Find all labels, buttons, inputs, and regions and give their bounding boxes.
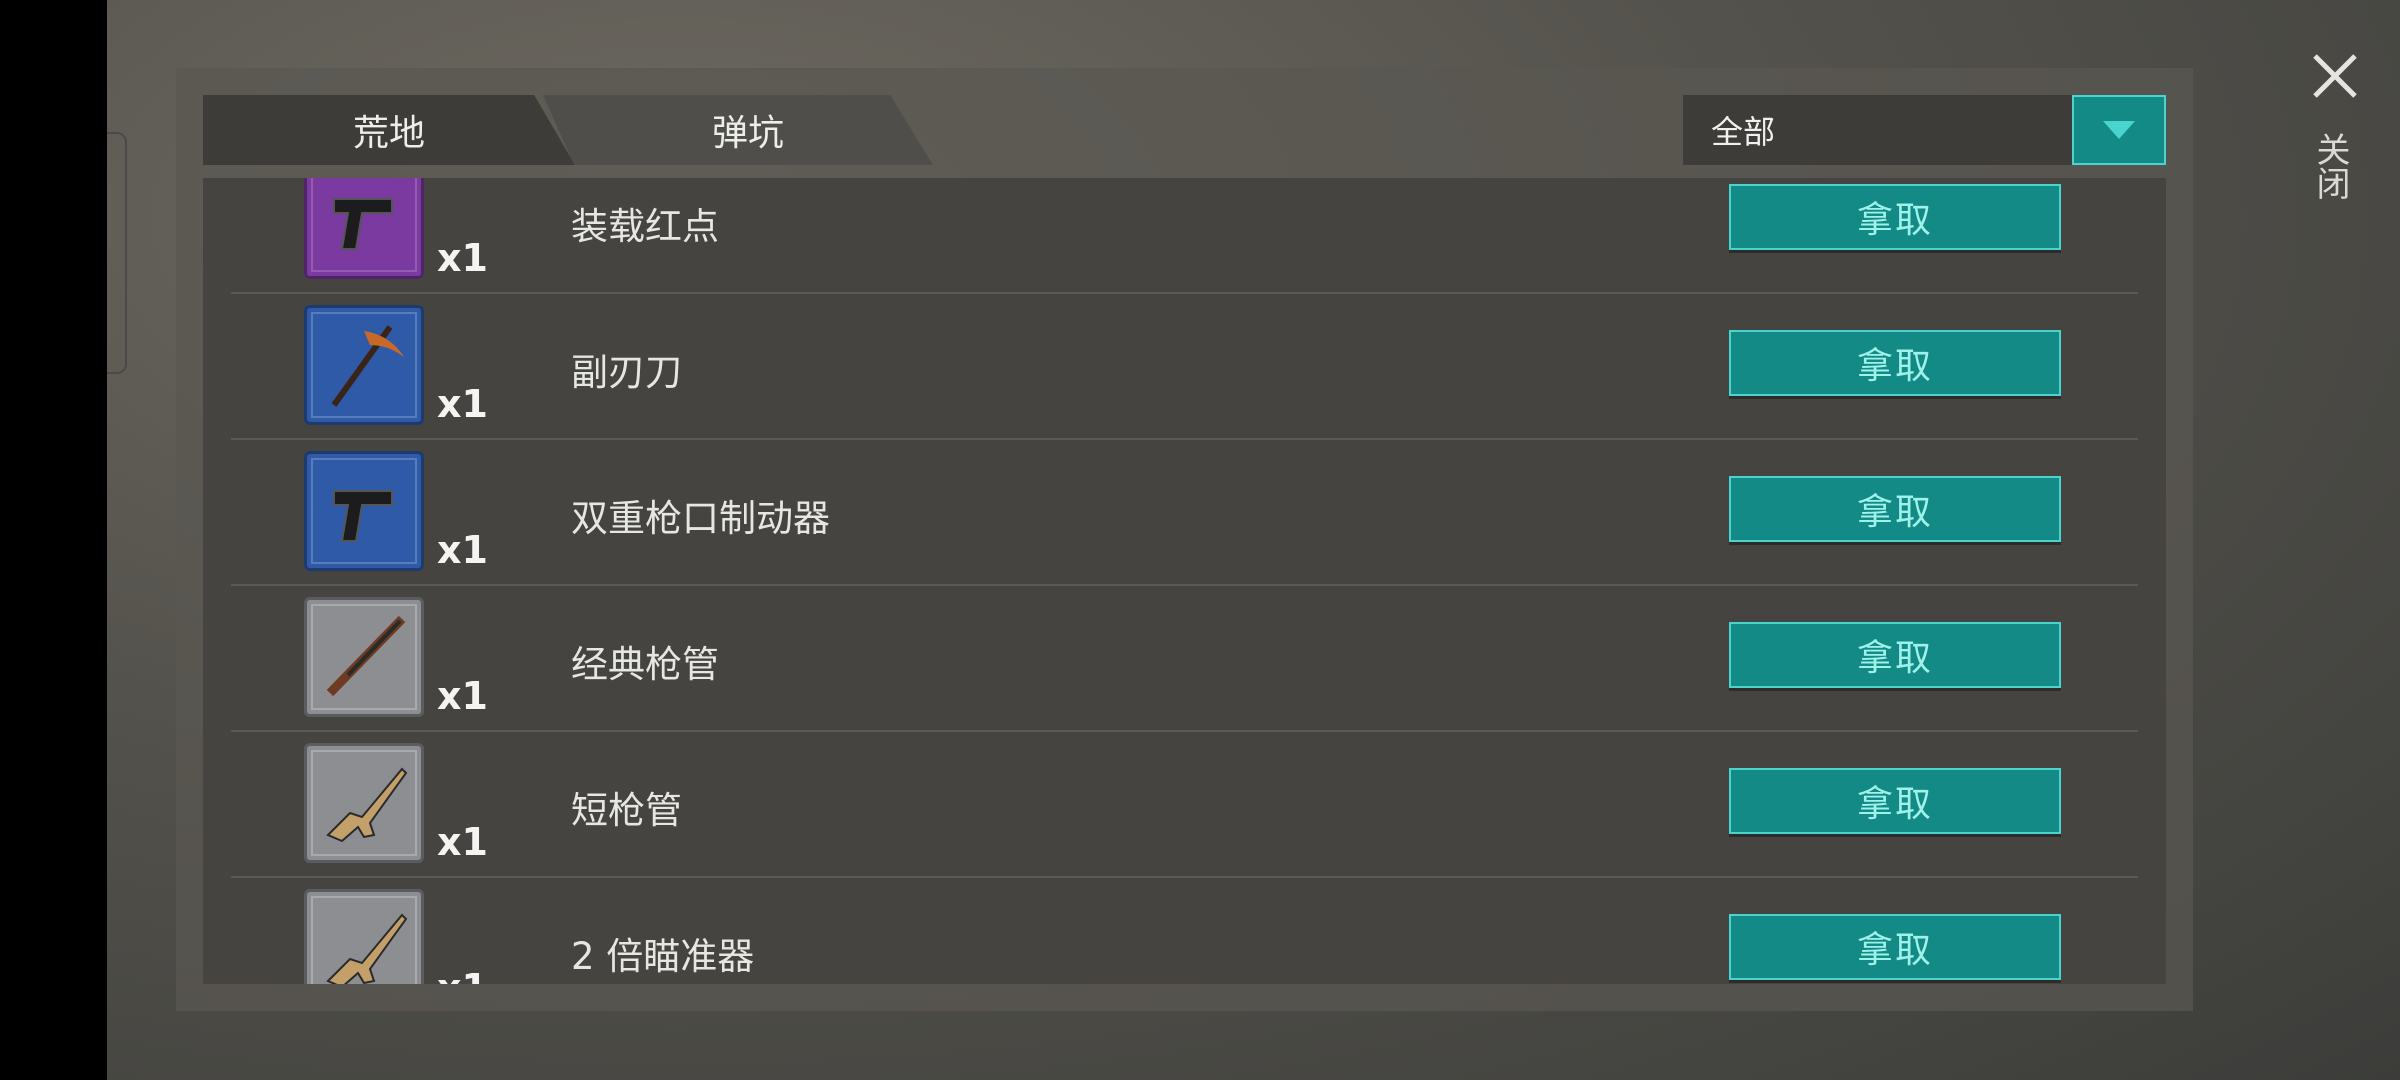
- close-label: 关闭: [2310, 132, 2350, 200]
- chevron-down-icon: [2103, 121, 2135, 139]
- take-button[interactable]: 拿取: [1729, 184, 2061, 250]
- pistol-icon: [311, 178, 417, 272]
- take-button[interactable]: 拿取: [1729, 622, 2061, 688]
- tab-label: 荒地: [352, 113, 425, 154]
- close-icon: [2313, 54, 2357, 98]
- take-button[interactable]: 拿取: [1729, 914, 2061, 980]
- tab-label: 弹坑: [711, 113, 784, 154]
- item-quantity: x1: [437, 528, 488, 572]
- close-button[interactable]: 关闭: [2300, 48, 2370, 200]
- item-name: 双重枪口制动器: [571, 497, 830, 540]
- item-icon: [304, 889, 424, 984]
- item-name: 短枪管: [571, 789, 682, 832]
- tab-crater[interactable]: 弹坑: [543, 95, 933, 165]
- take-button[interactable]: 拿取: [1729, 768, 2061, 834]
- pistol-icon: [311, 458, 417, 564]
- item-name: 副刃刀: [571, 351, 682, 394]
- filter-dropdown-button[interactable]: [2072, 95, 2166, 165]
- list-item: x1 短枪管 拿取: [231, 730, 2138, 878]
- filter-selected-value: 全部: [1711, 113, 1776, 151]
- rifle-icon: [311, 896, 417, 984]
- item-quantity: x1: [437, 674, 488, 718]
- item-quantity: x1: [437, 966, 488, 984]
- item-icon: [304, 305, 424, 425]
- item-quantity: x1: [437, 382, 488, 426]
- screen-notch: [107, 132, 127, 374]
- item-quantity: x1: [437, 236, 488, 280]
- item-name: 2 倍瞄准器: [571, 935, 755, 978]
- item-name: 装载红点: [571, 205, 719, 248]
- pickaxe-icon: [311, 312, 417, 418]
- list-item: x1 双重枪口制动器 拿取: [231, 438, 2138, 586]
- shotgun-icon: [311, 604, 417, 710]
- location-tabs: 荒地 弹坑: [203, 95, 933, 165]
- list-item: x1 经典枪管 拿取: [231, 584, 2138, 732]
- tab-wasteland[interactable]: 荒地: [203, 95, 575, 165]
- list-item: x1 2 倍瞄准器 拿取: [231, 876, 2138, 984]
- filter-dropdown[interactable]: 全部: [1683, 95, 2166, 165]
- list-item: x1 装载红点 拿取: [231, 178, 2138, 294]
- take-button[interactable]: 拿取: [1729, 330, 2061, 396]
- loot-list[interactable]: x1 装载红点 拿取 x1 副刃刀 拿取 x1 双重枪口制动器 拿取 x1 经典…: [203, 178, 2166, 984]
- item-quantity: x1: [437, 820, 488, 864]
- item-icon: [304, 743, 424, 863]
- item-icon: [304, 451, 424, 571]
- list-item: x1 副刃刀 拿取: [231, 292, 2138, 440]
- item-icon: [304, 178, 424, 279]
- item-icon: [304, 597, 424, 717]
- item-name: 经典枪管: [571, 643, 719, 686]
- take-button[interactable]: 拿取: [1729, 476, 2061, 542]
- rifle-icon: [311, 750, 417, 856]
